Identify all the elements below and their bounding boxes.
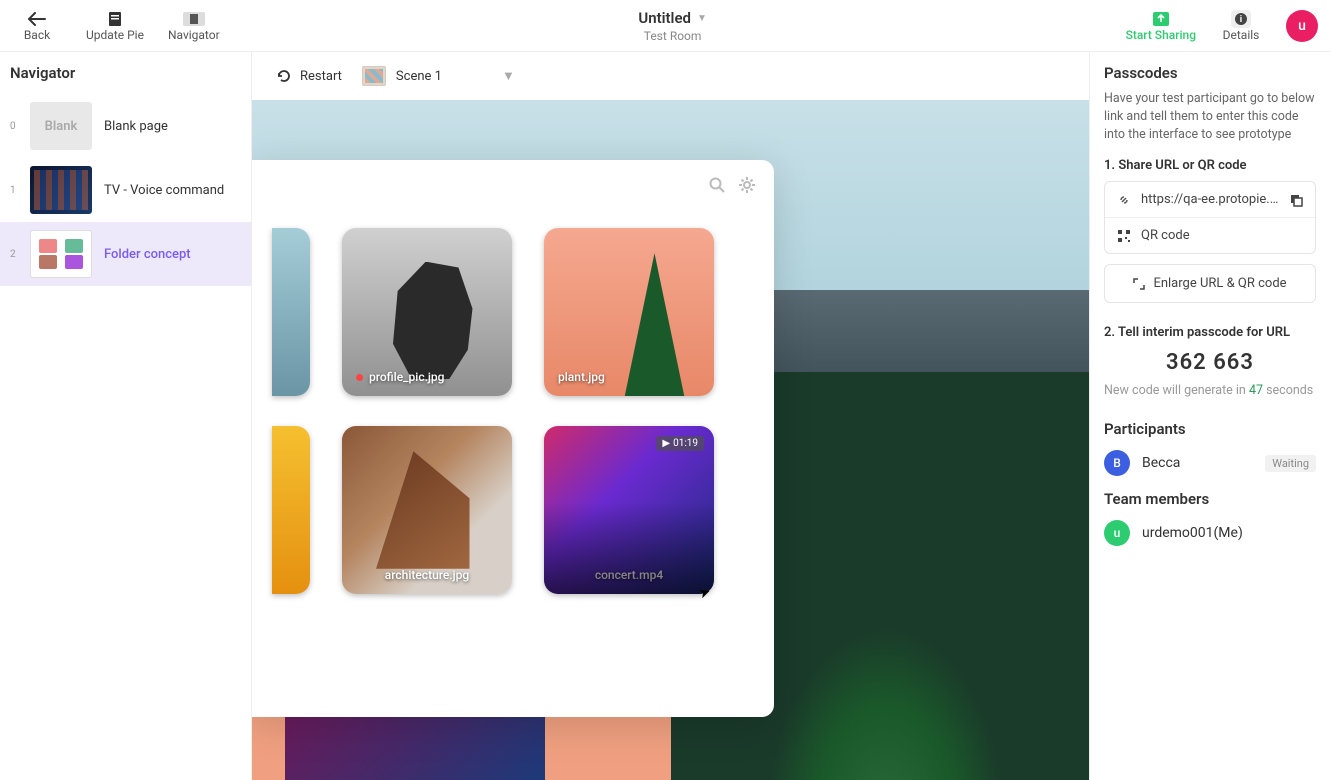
header-left: Back Update Pie Navigator — [12, 10, 220, 42]
right-sidebar: Passcodes Have your test participant go … — [1090, 52, 1330, 780]
nav-thumb-folder — [30, 230, 92, 278]
navigator-toggle-button[interactable]: Navigator — [168, 10, 220, 42]
nav-label: Blank page — [104, 119, 241, 134]
passcodes-description: Have your test participant go to below l… — [1104, 90, 1316, 144]
document-icon — [108, 10, 122, 28]
header-center: Untitled ▼ Test Room — [220, 8, 1126, 43]
team-member-row[interactable]: u urdemo001(Me) — [1104, 520, 1316, 546]
participant-name: Becca — [1142, 455, 1253, 471]
canvas-toolbar: Restart Scene 1 ▼ — [252, 52, 1089, 100]
tile-caption: profile_pic.jpg — [356, 370, 498, 384]
search-icon[interactable] — [708, 176, 726, 194]
team-member-avatar: u — [1104, 520, 1130, 546]
participants-title: Participants — [1104, 420, 1316, 438]
page-subtitle: Test Room — [220, 29, 1126, 43]
nav-index: 2 — [10, 249, 18, 260]
qr-icon — [1117, 229, 1131, 243]
play-icon: ▶ — [662, 438, 670, 449]
user-avatar[interactable]: u — [1286, 10, 1318, 42]
navigator-sidebar: Navigator 0 Blank Blank page 1 TV - Voic… — [0, 52, 252, 780]
scene-selector[interactable]: Scene 1 ▼ — [362, 66, 515, 86]
info-icon: i — [1231, 10, 1251, 28]
share-label: Start Sharing — [1126, 28, 1196, 42]
step1-label: 1. Share URL or QR code — [1104, 158, 1316, 173]
folder-panel: profile_pic.jpg plant.jpg architecture.j… — [252, 160, 774, 717]
share-box: https://qa-ee.protopie.... QR code — [1104, 181, 1316, 254]
canvas-viewport[interactable]: profile_pic.jpg plant.jpg architecture.j… — [252, 100, 1089, 780]
start-sharing-button[interactable]: Start Sharing — [1126, 10, 1196, 42]
tile-caption: architecture.jpg — [356, 568, 498, 582]
tile-partial-bottom[interactable] — [272, 426, 310, 594]
svg-text:i: i — [1240, 15, 1242, 25]
tile-caption: concert.mp4 — [558, 568, 700, 582]
bg-concert — [285, 710, 545, 780]
tile-plant[interactable]: plant.jpg — [544, 228, 714, 396]
nav-label: Folder concept — [104, 247, 241, 262]
nav-thumb-blank: Blank — [30, 102, 92, 150]
details-button[interactable]: i Details — [1216, 10, 1266, 42]
navigator-label: Navigator — [168, 28, 220, 42]
status-badge: Waiting — [1265, 455, 1316, 472]
passcodes-title: Passcodes — [1104, 64, 1316, 82]
step2-label: 2. Tell interim passcode for URL — [1104, 325, 1316, 340]
page-title[interactable]: Untitled ▼ — [638, 9, 707, 27]
team-member-name: urdemo001(Me) — [1142, 525, 1316, 541]
restart-button[interactable]: Restart — [276, 68, 342, 84]
nav-index: 1 — [10, 185, 18, 196]
tile-concert[interactable]: ▶01:19 concert.mp4 — [544, 426, 714, 594]
participant-row[interactable]: B Becca Waiting — [1104, 450, 1316, 476]
passcode-value: 362 663 — [1104, 350, 1316, 375]
chevron-down-icon: ▼ — [697, 13, 707, 24]
tile-caption: plant.jpg — [558, 370, 700, 384]
back-button[interactable]: Back — [12, 10, 62, 42]
expand-icon — [1133, 278, 1145, 290]
scene-thumb-icon — [362, 66, 386, 86]
nav-item-folder[interactable]: 2 Folder concept — [0, 222, 251, 286]
tile-profile[interactable]: profile_pic.jpg — [342, 228, 512, 396]
folder-grid: profile_pic.jpg plant.jpg architecture.j… — [272, 228, 754, 594]
nav-label: TV - Voice command — [104, 183, 241, 198]
video-duration-badge: ▶01:19 — [656, 436, 704, 451]
link-icon — [1117, 193, 1131, 207]
nav-thumb-tv — [30, 166, 92, 214]
update-pie-button[interactable]: Update Pie — [86, 10, 144, 42]
arrow-left-icon — [28, 10, 46, 28]
qr-label: QR code — [1141, 228, 1190, 243]
upload-icon — [1153, 10, 1169, 28]
enlarge-button[interactable]: Enlarge URL & QR code — [1104, 264, 1316, 303]
tile-architecture[interactable]: architecture.jpg — [342, 426, 512, 594]
nav-index: 0 — [10, 121, 18, 132]
canvas-area: Restart Scene 1 ▼ — [252, 52, 1090, 780]
panel-icon — [183, 10, 205, 28]
tile-partial-top[interactable] — [272, 228, 310, 396]
share-url-text: https://qa-ee.protopie.... — [1141, 192, 1279, 207]
chevron-down-icon: ▼ — [502, 68, 515, 84]
restart-label: Restart — [300, 69, 342, 84]
details-label: Details — [1223, 28, 1260, 42]
participant-avatar: B — [1104, 450, 1130, 476]
app-header: Back Update Pie Navigator Untitled ▼ Tes… — [0, 0, 1330, 52]
enlarge-label: Enlarge URL & QR code — [1153, 276, 1286, 291]
record-dot-icon — [356, 374, 363, 381]
qr-code-row[interactable]: QR code — [1105, 217, 1315, 253]
navigator-title: Navigator — [0, 52, 251, 94]
header-right: Start Sharing i Details u — [1126, 10, 1318, 42]
gear-icon[interactable] — [738, 176, 756, 194]
countdown-text: New code will generate in 47 seconds — [1104, 383, 1316, 398]
main-area: Navigator 0 Blank Blank page 1 TV - Voic… — [0, 52, 1330, 780]
copy-icon[interactable] — [1289, 193, 1303, 207]
nav-item-tv[interactable]: 1 TV - Voice command — [0, 158, 251, 222]
restart-icon — [276, 68, 292, 84]
team-title: Team members — [1104, 490, 1316, 508]
scene-label: Scene 1 — [396, 69, 442, 84]
update-label: Update Pie — [86, 28, 144, 42]
share-url-row[interactable]: https://qa-ee.protopie.... — [1105, 182, 1315, 217]
back-label: Back — [24, 28, 50, 42]
nav-item-blank[interactable]: 0 Blank Blank page — [0, 94, 251, 158]
